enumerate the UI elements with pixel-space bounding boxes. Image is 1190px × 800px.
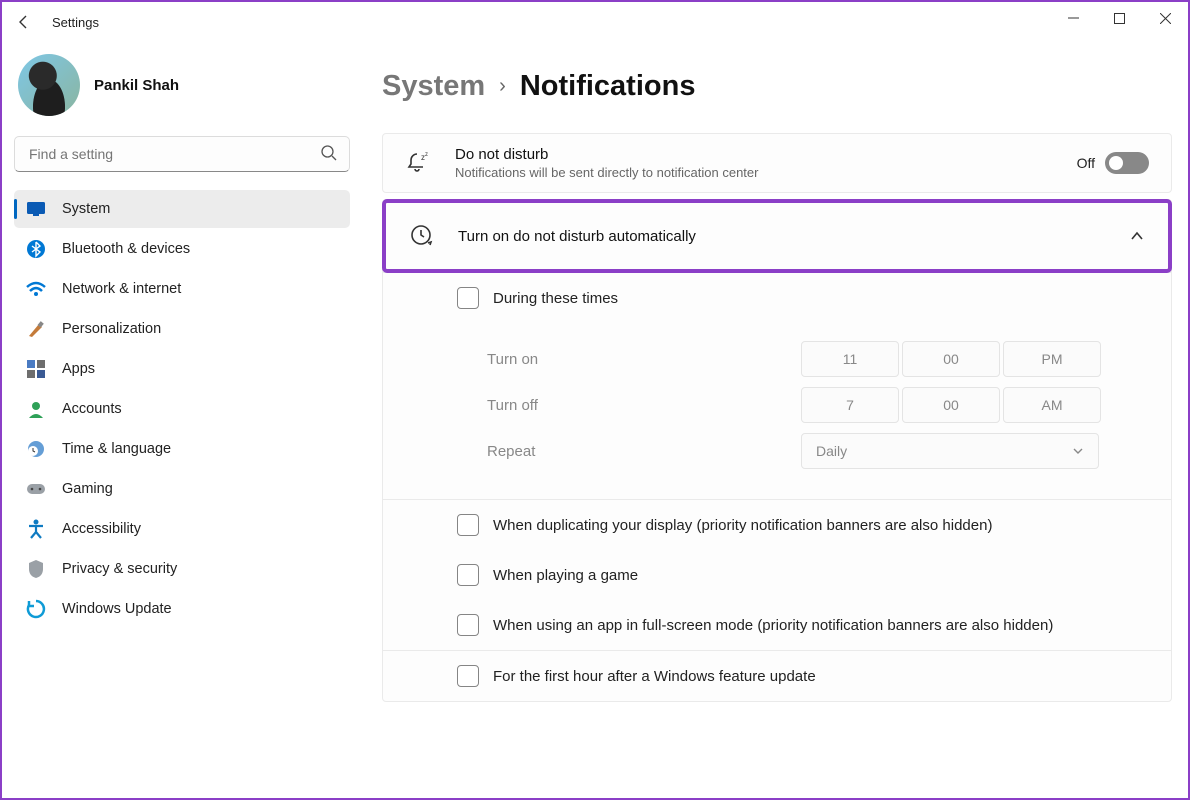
sidebar-item-label: Bluetooth & devices	[62, 241, 190, 257]
accessibility-icon	[26, 519, 46, 539]
sidebar-item-label: Apps	[62, 361, 95, 377]
turn-on-min[interactable]: 00	[902, 341, 1000, 377]
repeat-label: Repeat	[487, 443, 797, 460]
apps-icon	[26, 359, 46, 379]
fullscreen-row: When using an app in full-screen mode (p…	[383, 600, 1171, 650]
chevron-down-icon	[1072, 445, 1084, 457]
sidebar-item-label: Privacy & security	[62, 561, 177, 577]
dnd-card: zz Do not disturb Notifications will be …	[382, 133, 1172, 193]
dnd-subtitle: Notifications will be sent directly to n…	[455, 165, 1055, 180]
maximize-button[interactable]	[1096, 2, 1142, 34]
brush-icon	[26, 319, 46, 339]
chevron-up-icon	[1130, 229, 1144, 243]
breadcrumb-parent[interactable]: System	[382, 70, 485, 103]
nav: System Bluetooth & devices Network & int…	[14, 190, 350, 628]
fullscreen-checkbox[interactable]	[457, 614, 479, 636]
minimize-button[interactable]	[1050, 2, 1096, 34]
duplicate-display-checkbox[interactable]	[457, 514, 479, 536]
during-times-row: During these times	[383, 273, 1171, 323]
dnd-toggle[interactable]	[1105, 152, 1149, 174]
sidebar-item-time[interactable]: Time & language	[14, 430, 350, 468]
sidebar-item-network[interactable]: Network & internet	[14, 270, 350, 308]
app-title: Settings	[52, 15, 99, 30]
sidebar-item-personalization[interactable]: Personalization	[14, 310, 350, 348]
wifi-icon	[26, 279, 46, 299]
titlebar: Settings	[2, 2, 1188, 42]
profile[interactable]: Pankil Shah	[14, 44, 350, 136]
sidebar-item-label: Time & language	[62, 441, 171, 457]
svg-text:z: z	[425, 152, 428, 158]
turn-on-row: Turn on 11 00 PM	[487, 341, 1149, 377]
feature-update-row: For the first hour after a Windows featu…	[383, 651, 1171, 701]
sidebar-item-label: Network & internet	[62, 281, 181, 297]
search-input[interactable]	[14, 136, 350, 172]
bluetooth-icon	[26, 239, 46, 259]
breadcrumb: System › Notifications	[382, 70, 1172, 103]
sidebar-item-label: Personalization	[62, 321, 161, 337]
playing-game-checkbox[interactable]	[457, 564, 479, 586]
turn-off-min[interactable]: 00	[902, 387, 1000, 423]
turn-off-ampm[interactable]: AM	[1003, 387, 1101, 423]
sidebar-item-label: System	[62, 201, 110, 217]
close-button[interactable]	[1142, 2, 1188, 34]
person-icon	[26, 399, 46, 419]
turn-on-ampm[interactable]: PM	[1003, 341, 1101, 377]
sidebar-item-gaming[interactable]: Gaming	[14, 470, 350, 508]
fullscreen-label: When using an app in full-screen mode (p…	[493, 617, 1053, 634]
repeat-select[interactable]: Daily	[801, 433, 1099, 469]
during-times-checkbox[interactable]	[457, 287, 479, 309]
clock-arrow-icon	[408, 223, 436, 249]
dnd-toggle-label: Off	[1077, 155, 1095, 171]
auto-dnd-expander: Turn on do not disturb automatically Dur…	[382, 199, 1172, 702]
chevron-right-icon: ›	[499, 75, 506, 98]
system-icon	[26, 199, 46, 219]
clock-globe-icon	[26, 439, 46, 459]
auto-dnd-header[interactable]: Turn on do not disturb automatically	[382, 199, 1172, 273]
turn-off-hour[interactable]: 7	[801, 387, 899, 423]
sidebar-item-apps[interactable]: Apps	[14, 350, 350, 388]
sidebar-item-bluetooth[interactable]: Bluetooth & devices	[14, 230, 350, 268]
shield-icon	[26, 559, 46, 579]
turn-on-label: Turn on	[487, 351, 797, 368]
sidebar-item-system[interactable]: System	[14, 190, 350, 228]
playing-game-label: When playing a game	[493, 567, 638, 584]
turn-on-hour[interactable]: 11	[801, 341, 899, 377]
sidebar-item-label: Accounts	[62, 401, 122, 417]
sidebar: Pankil Shah System Bluetooth & devices N…	[2, 42, 362, 798]
search-box[interactable]	[14, 136, 350, 172]
sidebar-item-label: Gaming	[62, 481, 113, 497]
repeat-row: Repeat Daily	[487, 433, 1149, 469]
turn-off-row: Turn off 7 00 AM	[487, 387, 1149, 423]
update-icon	[26, 599, 46, 619]
back-button[interactable]	[10, 8, 38, 36]
user-name: Pankil Shah	[94, 77, 179, 94]
dnd-title: Do not disturb	[455, 146, 1055, 163]
sidebar-item-label: Accessibility	[62, 521, 141, 537]
gamepad-icon	[26, 479, 46, 499]
duplicate-display-row: When duplicating your display (priority …	[383, 500, 1171, 550]
turn-off-label: Turn off	[487, 397, 797, 414]
sidebar-item-accounts[interactable]: Accounts	[14, 390, 350, 428]
page-title: Notifications	[520, 70, 696, 103]
sidebar-item-label: Windows Update	[62, 601, 172, 617]
sidebar-item-update[interactable]: Windows Update	[14, 590, 350, 628]
duplicate-display-label: When duplicating your display (priority …	[493, 517, 992, 534]
main-panel: System › Notifications zz Do not disturb…	[362, 42, 1188, 798]
repeat-value: Daily	[816, 443, 847, 459]
sidebar-item-privacy[interactable]: Privacy & security	[14, 550, 350, 588]
sidebar-item-accessibility[interactable]: Accessibility	[14, 510, 350, 548]
search-icon	[320, 144, 338, 162]
during-times-label: During these times	[493, 290, 618, 307]
bell-snooze-icon: zz	[405, 150, 433, 176]
feature-update-label: For the first hour after a Windows featu…	[493, 668, 816, 685]
auto-dnd-title: Turn on do not disturb automatically	[458, 228, 696, 245]
playing-game-row: When playing a game	[383, 550, 1171, 600]
window-controls	[1050, 2, 1188, 34]
avatar	[18, 54, 80, 116]
feature-update-checkbox[interactable]	[457, 665, 479, 687]
